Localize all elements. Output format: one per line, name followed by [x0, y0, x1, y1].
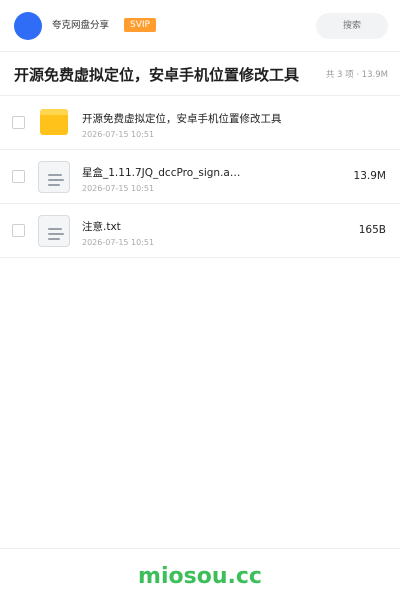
select-checkbox[interactable] — [12, 224, 25, 237]
select-checkbox[interactable] — [12, 170, 25, 183]
select-checkbox[interactable] — [12, 116, 25, 129]
list-item[interactable]: 开源免费虚拟定位，安卓手机位置修改工具 2026-07-15 10:51 — [0, 96, 400, 150]
search-input[interactable] — [316, 13, 388, 39]
file-name: 注意.txt — [82, 221, 121, 233]
avatar[interactable] — [14, 12, 42, 40]
share-summary: 共 3 项 · 13.9M — [325, 70, 388, 80]
footer-brand[interactable]: miosou.cc — [0, 563, 400, 591]
file-size: 13.9M — [353, 170, 386, 182]
share-title-row: 开源免费虚拟定位，安卓手机位置修改工具 共 3 项 · 13.9M — [0, 52, 400, 96]
file-date: 2026-07-15 10:51 — [82, 130, 155, 139]
file-name: 星盒_1.11.7JQ_dccPro_sign.a… — [82, 167, 241, 179]
document-icon — [37, 214, 71, 248]
file-name: 开源免费虚拟定位，安卓手机位置修改工具 — [82, 113, 282, 125]
document-icon — [37, 160, 71, 194]
share-page: 夸克网盘分享 SVIP 开源免费虚拟定位，安卓手机位置修改工具 共 3 项 · … — [0, 0, 400, 600]
file-date: 2026-07-15 10:51 — [82, 238, 155, 247]
footer-bar: miosou.cc — [0, 548, 400, 600]
header-bar: 夸克网盘分享 SVIP — [0, 0, 400, 52]
svip-badge: SVIP — [124, 18, 156, 32]
folder-icon — [37, 106, 71, 140]
page-title: 开源免费虚拟定位，安卓手机位置修改工具 — [14, 66, 300, 84]
app-title: 夸克网盘分享 — [52, 20, 110, 31]
file-size: 165B — [358, 224, 386, 236]
file-date: 2026-07-15 10:51 — [82, 184, 155, 193]
list-item[interactable]: 星盒_1.11.7JQ_dccPro_sign.a… 2026-07-15 10… — [0, 150, 400, 204]
list-item[interactable]: 注意.txt 2026-07-15 10:51 165B — [0, 204, 400, 258]
file-list: 开源免费虚拟定位，安卓手机位置修改工具 2026-07-15 10:51 星盒_… — [0, 96, 400, 258]
